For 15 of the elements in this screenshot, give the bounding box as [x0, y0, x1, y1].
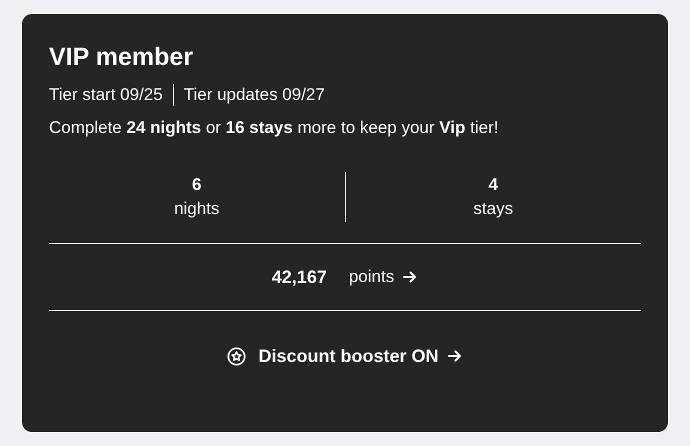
- stat-value: 6: [192, 174, 202, 196]
- arrow-icon: [402, 269, 418, 285]
- tier-updates-text: Tier updates 09/27: [184, 84, 325, 106]
- booster-link[interactable]: Discount booster ON: [49, 311, 641, 401]
- points-label: points: [348, 267, 394, 287]
- stat-value: 4: [488, 174, 498, 196]
- tier-start-text: Tier start 09/25: [49, 84, 163, 106]
- points-value: 42,167: [272, 266, 327, 288]
- stat-label: nights: [174, 198, 220, 220]
- tier-message: Complete 24 nights or 16 stays more to keep your Vip tier!: [49, 117, 500, 139]
- card-title: VIP member: [49, 42, 194, 72]
- stat-label: stays: [473, 198, 514, 220]
- points-link[interactable]: 42,167 points: [49, 244, 641, 310]
- booster-label: Discount booster ON: [258, 346, 438, 366]
- arrow-icon: [446, 348, 462, 364]
